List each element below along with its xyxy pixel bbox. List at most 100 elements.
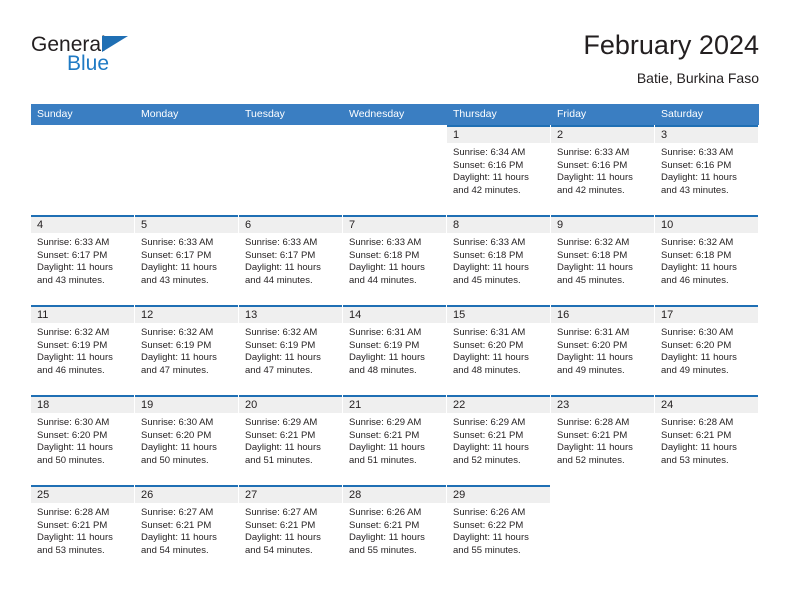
sunrise-text: Sunrise: 6:32 AM [141, 327, 214, 338]
calendar-day-cell[interactable]: 21 Sunrise: 6:29 AM Sunset: 6:21 PM Dayligh… [343, 395, 447, 485]
daylight-text-line1: Daylight: 11 hours [37, 532, 113, 544]
sunset-text: Sunset: 6:21 PM [37, 519, 108, 531]
day-number: 13 [245, 309, 258, 321]
day-number-band [343, 127, 446, 143]
day-detail-body: Sunrise: 6:31 AM Sunset: 6:19 PM Daylight:… [343, 323, 447, 377]
daylight-text-line2: and 54 minutes. [245, 544, 313, 556]
sunrise-text: Sunrise: 6:28 AM [37, 507, 110, 518]
sunrise-text: Sunrise: 6:26 AM [453, 507, 526, 518]
sunset-text: Sunset: 6:19 PM [37, 339, 108, 351]
calendar-day-cell[interactable]: 11 Sunrise: 6:32 AM Sunset: 6:19 PM Dayligh… [31, 305, 135, 395]
calendar-day-cell[interactable]: 10 Sunrise: 6:32 AM Sunset: 6:18 PM Dayligh… [655, 215, 759, 305]
day-number: 22 [453, 399, 466, 411]
sunrise-text: Sunrise: 6:29 AM [349, 417, 422, 428]
calendar-day-cell[interactable]: 22 Sunrise: 6:29 AM Sunset: 6:21 PM Dayligh… [447, 395, 551, 485]
weekday-header-row: Sunday Monday Tuesday Wednesday Thursday Frid… [31, 104, 759, 125]
day-detail-body: Sunrise: 6:33 AM Sunset: 6:17 PM Daylight:… [31, 233, 135, 287]
sunset-text: Sunset: 6:17 PM [245, 249, 316, 261]
sunrise-text: Sunrise: 6:32 AM [557, 237, 630, 248]
day-number-band: 4 [31, 217, 134, 233]
sunset-text: Sunset: 6:21 PM [349, 429, 420, 441]
daylight-text-line2: and 51 minutes. [245, 454, 313, 466]
calendar-day-cell[interactable]: 3 Sunrise: 6:33 AM Sunset: 6:16 PM Daylight… [655, 125, 759, 215]
sunset-text: Sunset: 6:21 PM [661, 429, 732, 441]
weekday-header-saturday: Saturday [661, 108, 704, 120]
day-detail-body: Sunrise: 6:30 AM Sunset: 6:20 PM Daylight:… [31, 413, 135, 467]
day-detail-body: Sunrise: 6:33 AM Sunset: 6:17 PM Daylight:… [239, 233, 343, 287]
calendar-day-cell[interactable]: 18 Sunrise: 6:30 AM Sunset: 6:20 PM Dayligh… [31, 395, 135, 485]
sunrise-text: Sunrise: 6:29 AM [453, 417, 526, 428]
calendar-day-cell[interactable]: 17 Sunrise: 6:30 AM Sunset: 6:20 PM Dayligh… [655, 305, 759, 395]
day-detail-body: Sunrise: 6:32 AM Sunset: 6:19 PM Daylight:… [239, 323, 343, 377]
weekday-header-wednesday: Wednesday [349, 108, 405, 120]
day-detail-body: Sunrise: 6:33 AM Sunset: 6:18 PM Daylight:… [447, 233, 551, 287]
logo-text-blue: Blue [67, 52, 110, 75]
calendar-day-cell[interactable]: 15 Sunrise: 6:31 AM Sunset: 6:20 PM Dayligh… [447, 305, 551, 395]
calendar-day-cell[interactable]: 26 Sunrise: 6:27 AM Sunset: 6:21 PM Dayligh… [135, 485, 239, 575]
sunrise-text: Sunrise: 6:33 AM [453, 237, 526, 248]
calendar-day-cell[interactable]: 2 Sunrise: 6:33 AM Sunset: 6:16 PM Daylight… [551, 125, 655, 215]
calendar-day-cell[interactable]: 8 Sunrise: 6:33 AM Sunset: 6:18 PM Daylight… [447, 215, 551, 305]
sunrise-text: Sunrise: 6:30 AM [661, 327, 734, 338]
day-number-band: 22 [447, 397, 550, 413]
calendar-day-cell[interactable]: 24 Sunrise: 6:28 AM Sunset: 6:21 PM Dayligh… [655, 395, 759, 485]
sunset-text: Sunset: 6:21 PM [453, 429, 524, 441]
calendar-day-cell[interactable]: 7 Sunrise: 6:33 AM Sunset: 6:18 PM Daylight… [343, 215, 447, 305]
calendar-day-cell[interactable]: 16 Sunrise: 6:31 AM Sunset: 6:20 PM Dayligh… [551, 305, 655, 395]
calendar-day-cell-empty [343, 125, 447, 215]
sunrise-text: Sunrise: 6:32 AM [661, 237, 734, 248]
day-detail-body: Sunrise: 6:33 AM Sunset: 6:17 PM Daylight:… [135, 233, 239, 287]
calendar-day-cell[interactable]: 29 Sunrise: 6:26 AM Sunset: 6:22 PM Dayligh… [447, 485, 551, 575]
daylight-text-line1: Daylight: 11 hours [349, 352, 425, 364]
calendar-day-cell[interactable]: 27 Sunrise: 6:27 AM Sunset: 6:21 PM Dayligh… [239, 485, 343, 575]
day-number-band: 8 [447, 217, 550, 233]
calendar-day-cell[interactable]: 12 Sunrise: 6:32 AM Sunset: 6:19 PM Dayligh… [135, 305, 239, 395]
day-number-band: 23 [551, 397, 654, 413]
calendar-day-cell[interactable]: 20 Sunrise: 6:29 AM Sunset: 6:21 PM Dayligh… [239, 395, 343, 485]
day-detail-body: Sunrise: 6:34 AM Sunset: 6:16 PM Daylight:… [447, 143, 551, 197]
calendar-day-cell[interactable]: 6 Sunrise: 6:33 AM Sunset: 6:17 PM Daylight… [239, 215, 343, 305]
daylight-text-line1: Daylight: 11 hours [661, 262, 737, 274]
calendar-day-cell[interactable]: 28 Sunrise: 6:26 AM Sunset: 6:21 PM Dayligh… [343, 485, 447, 575]
sunset-text: Sunset: 6:16 PM [453, 159, 524, 171]
calendar-day-cell[interactable]: 9 Sunrise: 6:32 AM Sunset: 6:18 PM Daylight… [551, 215, 655, 305]
calendar-day-cell[interactable]: 19 Sunrise: 6:30 AM Sunset: 6:20 PM Dayligh… [135, 395, 239, 485]
daylight-text-line2: and 44 minutes. [245, 274, 313, 286]
calendar-page: General Blue February 2024 Batie, Burkin… [0, 0, 792, 612]
calendar-day-cell[interactable]: 4 Sunrise: 6:33 AM Sunset: 6:17 PM Daylight… [31, 215, 135, 305]
sunrise-text: Sunrise: 6:31 AM [349, 327, 422, 338]
title-block: February 2024 Batie, Burkina Faso [583, 30, 759, 87]
day-number-band: 12 [135, 307, 238, 323]
daylight-text-line1: Daylight: 11 hours [557, 172, 633, 184]
calendar-day-cell[interactable]: 14 Sunrise: 6:31 AM Sunset: 6:19 PM Dayligh… [343, 305, 447, 395]
daylight-text-line1: Daylight: 11 hours [245, 442, 321, 454]
day-detail-body: Sunrise: 6:32 AM Sunset: 6:18 PM Daylight:… [551, 233, 655, 287]
daylight-text-line2: and 48 minutes. [349, 364, 417, 376]
calendar-grid: Sunday Monday Tuesday Wednesday Thursday Frid… [31, 104, 759, 575]
day-number: 23 [557, 399, 570, 411]
day-number-band: 16 [551, 307, 654, 323]
day-number-band: 15 [447, 307, 550, 323]
daylight-text-line2: and 49 minutes. [557, 364, 625, 376]
calendar-day-cell[interactable]: 25 Sunrise: 6:28 AM Sunset: 6:21 PM Dayligh… [31, 485, 135, 575]
day-detail-body: Sunrise: 6:31 AM Sunset: 6:20 PM Daylight:… [551, 323, 655, 377]
day-detail-body: Sunrise: 6:27 AM Sunset: 6:21 PM Daylight:… [239, 503, 343, 557]
sunrise-text: Sunrise: 6:31 AM [557, 327, 630, 338]
sunrise-text: Sunrise: 6:29 AM [245, 417, 318, 428]
sunset-text: Sunset: 6:19 PM [349, 339, 420, 351]
day-number-band: 26 [135, 487, 238, 503]
sunset-text: Sunset: 6:20 PM [453, 339, 524, 351]
day-number-band [135, 127, 238, 143]
daylight-text-line2: and 43 minutes. [141, 274, 209, 286]
sunrise-text: Sunrise: 6:33 AM [245, 237, 318, 248]
logo-triangle-icon [102, 36, 128, 52]
daylight-text-line1: Daylight: 11 hours [37, 442, 113, 454]
calendar-day-cell-empty [135, 125, 239, 215]
daylight-text-line2: and 50 minutes. [37, 454, 105, 466]
day-number-band: 18 [31, 397, 134, 413]
calendar-day-cell[interactable]: 1 Sunrise: 6:34 AM Sunset: 6:16 PM Daylight… [447, 125, 551, 215]
calendar-day-cell[interactable]: 5 Sunrise: 6:33 AM Sunset: 6:17 PM Daylight… [135, 215, 239, 305]
daylight-text-line2: and 52 minutes. [453, 454, 521, 466]
calendar-day-cell[interactable]: 23 Sunrise: 6:28 AM Sunset: 6:21 PM Dayligh… [551, 395, 655, 485]
calendar-day-cell[interactable]: 13 Sunrise: 6:32 AM Sunset: 6:19 PM Dayligh… [239, 305, 343, 395]
